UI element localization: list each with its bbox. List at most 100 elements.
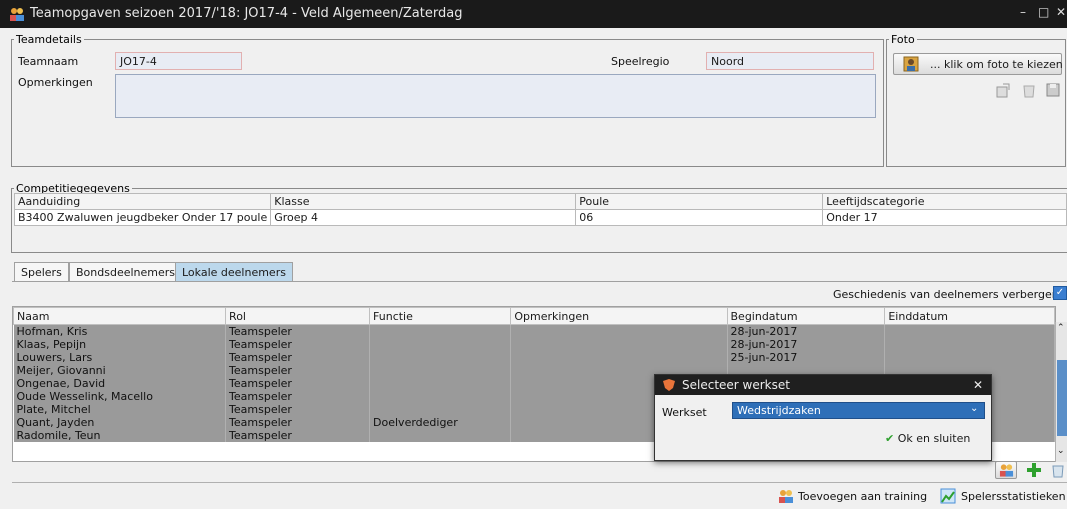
col-opmerkingen[interactable]: Opmerkingen: [510, 307, 728, 325]
minimize-button[interactable]: –: [1020, 5, 1026, 19]
speelregio-field[interactable]: Noord: [706, 52, 874, 70]
close-button[interactable]: ✕: [1056, 5, 1066, 19]
col-naam[interactable]: Naam: [13, 307, 227, 325]
ok-close-button[interactable]: ✔ Ok en sluiten: [885, 432, 970, 445]
select-workset-dialog: Selecteer werkset ✕ Werkset Wedstrijdzak…: [654, 374, 992, 461]
cell-functie: [369, 403, 512, 416]
col-einddatum[interactable]: Einddatum: [884, 307, 1055, 325]
teamnaam-field[interactable]: JO17-4: [115, 52, 242, 70]
hide-history-checkbox[interactable]: ✓: [1053, 286, 1067, 300]
delete-photo-icon[interactable]: [1021, 82, 1037, 98]
competitie-table: Aanduiding Klasse Poule Leeftijdscategor…: [13, 193, 1067, 226]
table-row[interactable]: Louwers, Lars Teamspeler 25-jun-2017: [13, 351, 1055, 364]
tab-bondsdeelnemers[interactable]: Bondsdeelnemers: [69, 262, 183, 282]
tab-spelers[interactable]: Spelers: [14, 262, 69, 282]
opmerkingen-textarea[interactable]: [115, 74, 876, 118]
chevron-down-icon: ⌄: [970, 403, 979, 414]
app-shield-icon: [663, 379, 675, 391]
scroll-down-icon[interactable]: ⌄: [1057, 446, 1065, 456]
cell-rol: Teamspeler: [225, 324, 371, 338]
cell-rol: Teamspeler: [225, 416, 371, 429]
cell-einddatum: [884, 338, 1055, 351]
foto-legend: Foto: [891, 33, 915, 46]
competitie-header-row: Aanduiding Klasse Poule Leeftijdscategor…: [13, 193, 1067, 210]
team-icon: [10, 8, 24, 21]
col-klasse[interactable]: Klasse: [270, 193, 577, 210]
teamdetails-legend: Teamdetails: [16, 33, 82, 46]
add-to-training-button[interactable]: Toevoegen aan training: [798, 490, 927, 503]
cell-aanduiding: B3400 Zwaluwen jeugdbeker Onder 17 poule: [13, 209, 272, 226]
opmerkingen-label: Opmerkingen: [18, 76, 93, 89]
teamnaam-label: Teamnaam: [18, 55, 79, 68]
players-scrollbar[interactable]: ⌃ ⌄: [1055, 322, 1067, 462]
dialog-close-button[interactable]: ✕: [973, 378, 983, 392]
col-functie[interactable]: Functie: [369, 307, 512, 325]
cell-rol: Teamspeler: [225, 364, 371, 377]
export-photo-icon[interactable]: [995, 82, 1011, 98]
portrait-icon: [903, 56, 919, 72]
cell-opmerkingen: [510, 338, 728, 351]
werkset-value: Wedstrijdzaken: [737, 404, 821, 417]
cell-rol: Teamspeler: [225, 351, 371, 364]
cell-naam: Oude Wesselink, Macello: [13, 390, 227, 403]
cell-naam: Quant, Jayden: [13, 416, 227, 429]
col-aanduiding[interactable]: Aanduiding: [13, 193, 272, 210]
cell-klasse: Groep 4: [270, 209, 577, 226]
cell-naam: Plate, Mitchel: [13, 403, 227, 416]
save-photo-icon[interactable]: [1045, 82, 1061, 98]
col-poule[interactable]: Poule: [575, 193, 824, 210]
table-row[interactable]: B3400 Zwaluwen jeugdbeker Onder 17 poule…: [13, 209, 1067, 226]
table-row[interactable]: Hofman, Kris Teamspeler 28-jun-2017: [13, 324, 1055, 338]
col-begindatum[interactable]: Begindatum: [726, 307, 886, 325]
cell-functie: [369, 429, 512, 442]
dialog-title-bar: Selecteer werkset ✕: [655, 375, 991, 395]
cell-functie: [369, 351, 512, 364]
maximize-button[interactable]: □: [1038, 5, 1049, 19]
statistics-icon: [940, 488, 956, 504]
delete-icon[interactable]: [1050, 462, 1066, 478]
player-statistics-button[interactable]: Spelersstatistieken: [961, 490, 1066, 503]
cell-einddatum: [884, 324, 1055, 338]
cell-naam: Hofman, Kris: [13, 324, 227, 338]
cell-functie: [369, 324, 512, 338]
tab-lokale-deelnemers[interactable]: Lokale deelnemers: [175, 262, 293, 282]
people-action-button[interactable]: [995, 461, 1017, 479]
hide-history-label: Geschiedenis van deelnemers verbergen?: [833, 288, 1065, 301]
werkset-select[interactable]: Wedstrijdzaken ⌄: [732, 402, 985, 419]
cell-rol: Teamspeler: [225, 377, 371, 390]
window-title: Teamopgaven seizoen 2017/'18: JO17-4 - V…: [30, 6, 463, 21]
col-leeftijdscategorie[interactable]: Leeftijdscategorie: [822, 193, 1067, 210]
dialog-title: Selecteer werkset: [682, 378, 790, 392]
cell-begindatum: 25-jun-2017: [727, 351, 886, 364]
choose-photo-label: ... klik om foto te kiezen: [930, 58, 1063, 71]
cell-begindatum: 28-jun-2017: [727, 338, 886, 351]
cell-rol: Teamspeler: [225, 338, 371, 351]
scroll-up-icon[interactable]: ⌃: [1057, 323, 1065, 333]
werkset-label: Werkset: [662, 406, 707, 419]
scroll-thumb[interactable]: [1057, 360, 1067, 436]
cell-naam: Klaas, Pepijn: [13, 338, 227, 351]
cell-leeftijdscategorie: Onder 17: [822, 209, 1067, 226]
players-header-row: Naam Rol Functie Opmerkingen Begindatum …: [13, 307, 1055, 325]
speelregio-label: Speelregio: [611, 55, 670, 68]
cell-functie: Doelverdediger: [369, 416, 512, 429]
ok-close-label: Ok en sluiten: [897, 432, 971, 445]
people-icon: [999, 464, 1014, 477]
add-icon[interactable]: [1026, 462, 1042, 478]
bottom-divider: [12, 482, 1067, 483]
cell-naam: Radomile, Teun: [13, 429, 227, 442]
speelregio-value: Noord: [711, 55, 744, 68]
cell-opmerkingen: [510, 324, 728, 338]
cell-rol: Teamspeler: [225, 390, 371, 403]
table-row[interactable]: Klaas, Pepijn Teamspeler 28-jun-2017: [13, 338, 1055, 351]
title-bar: Teamopgaven seizoen 2017/'18: JO17-4 - V…: [0, 0, 1067, 28]
checkmark-icon: ✔: [885, 432, 895, 445]
cell-begindatum: 28-jun-2017: [727, 324, 886, 338]
training-icon: [779, 490, 793, 503]
cell-functie: [369, 364, 512, 377]
choose-photo-button[interactable]: ... klik om foto te kiezen: [893, 53, 1063, 75]
col-rol[interactable]: Rol: [225, 307, 371, 325]
cell-naam: Meijer, Giovanni: [13, 364, 227, 377]
cell-rol: Teamspeler: [225, 429, 371, 442]
tab-divider: [12, 281, 1067, 282]
